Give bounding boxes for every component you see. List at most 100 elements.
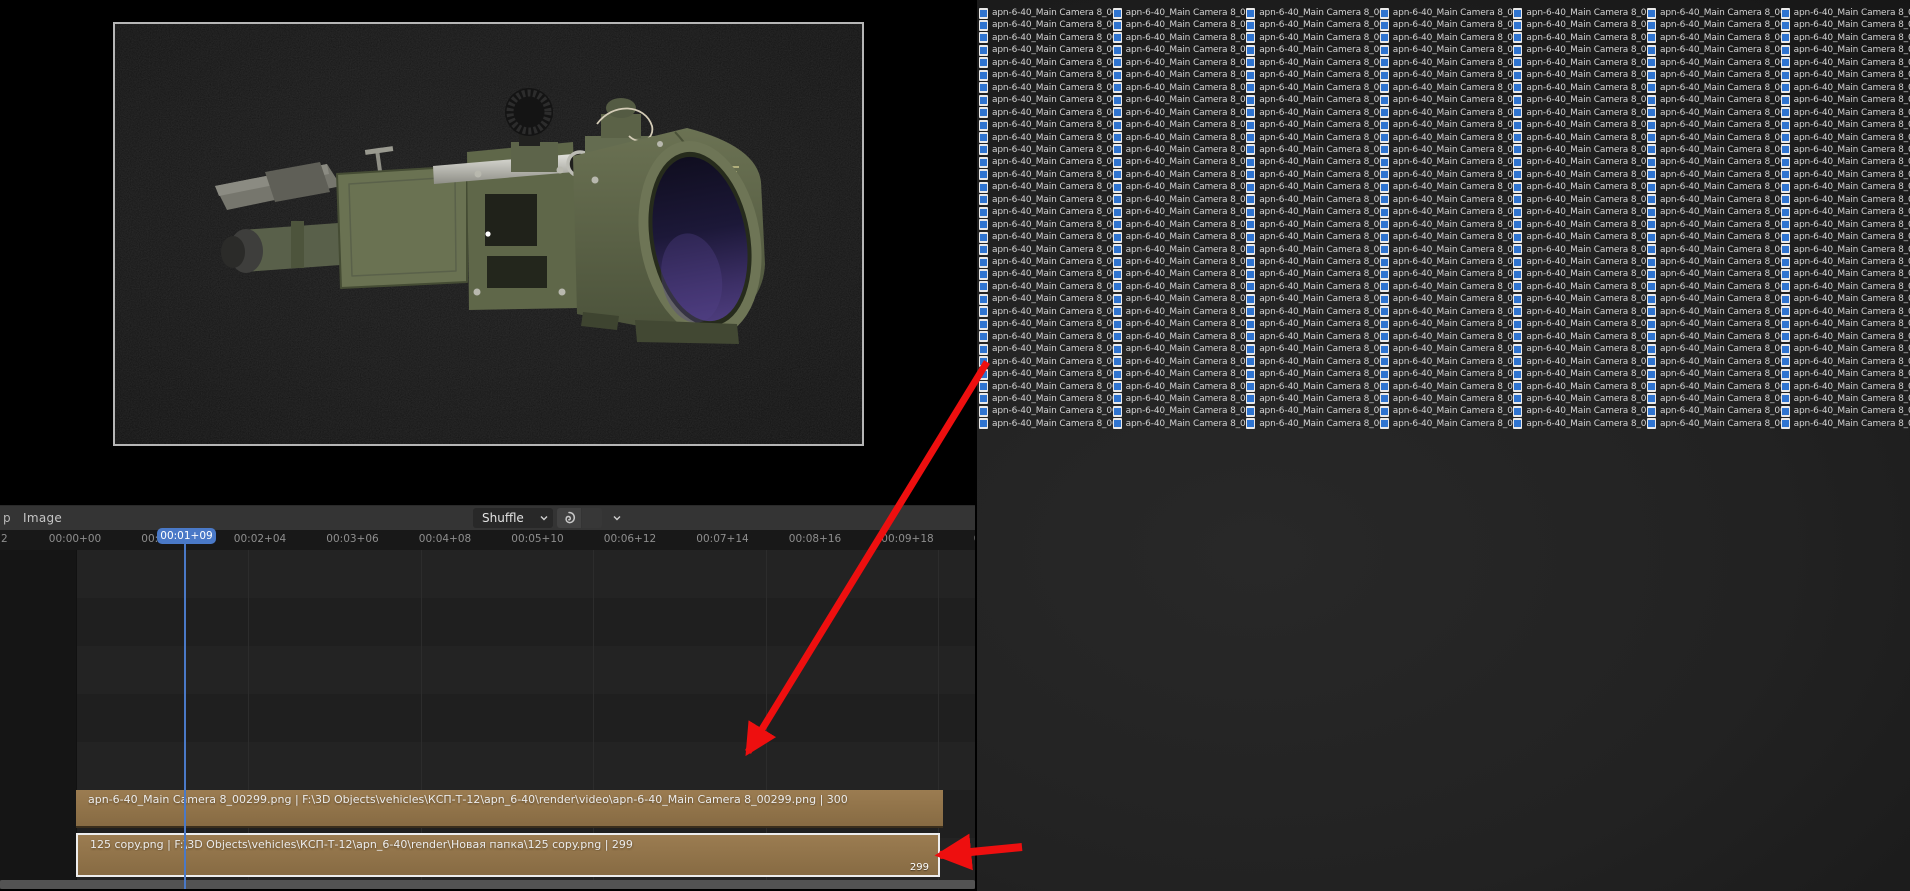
- file-item[interactable]: apn-6-40_Main Camera 8_00111.png: [1379, 119, 1520, 131]
- file-item[interactable]: apn-6-40_Main Camera 8_00232.png: [1780, 356, 1910, 368]
- file-item[interactable]: apn-6-40_Main Camera 8_00188.png: [1647, 231, 1787, 243]
- blend-mode-select[interactable]: Shuffle: [473, 508, 553, 528]
- file-item[interactable]: apn-6-40_Main Camera 8_00222.png: [1780, 231, 1910, 243]
- file-item[interactable]: apn-6-40_Main Camera 8_00023.png: [979, 293, 1119, 305]
- file-item[interactable]: apn-6-40_Main Camera 8_00078.png: [1246, 132, 1386, 144]
- file-item[interactable]: apn-6-40_Main Camera 8_00219.png: [1780, 194, 1910, 206]
- file-item[interactable]: apn-6-40_Main Camera 8_00041.png: [1112, 94, 1253, 106]
- file-item[interactable]: apn-6-40_Main Camera 8_00063.png: [1112, 368, 1253, 380]
- file-item[interactable]: apn-6-40_Main Camera 8_00206.png: [1780, 32, 1910, 44]
- file-item[interactable]: apn-6-40_Main Camera 8_00021.png: [979, 268, 1119, 280]
- file-item[interactable]: apn-6-40_Main Camera 8_00182.png: [1647, 156, 1787, 168]
- file-item[interactable]: apn-6-40_Main Camera 8_00095.png: [1246, 343, 1386, 355]
- dropdown-chevron-button[interactable]: [582, 508, 621, 528]
- file-item[interactable]: apn-6-40_Main Camera 8_00019.png: [979, 244, 1119, 256]
- file-item[interactable]: apn-6-40_Main Camera 8_00165.png: [1513, 368, 1653, 380]
- file-item[interactable]: apn-6-40_Main Camera 8_00196.png: [1647, 331, 1787, 343]
- file-item[interactable]: apn-6-40_Main Camera 8_00176.png: [1647, 82, 1787, 94]
- file-item[interactable]: apn-6-40_Main Camera 8_00094.png: [1246, 331, 1386, 343]
- file-item[interactable]: apn-6-40_Main Camera 8_00226.png: [1780, 281, 1910, 293]
- file-item[interactable]: apn-6-40_Main Camera 8_00106.png: [1379, 57, 1520, 69]
- file-item[interactable]: apn-6-40_Main Camera 8_00140.png: [1513, 57, 1653, 69]
- file-item[interactable]: apn-6-40_Main Camera 8_00008.png: [979, 107, 1119, 119]
- file-item[interactable]: apn-6-40_Main Camera 8_00152.png: [1513, 206, 1653, 218]
- file-item[interactable]: apn-6-40_Main Camera 8_00013.png: [979, 169, 1119, 181]
- file-item[interactable]: apn-6-40_Main Camera 8_00055.png: [1112, 268, 1253, 280]
- file-item[interactable]: apn-6-40_Main Camera 8_00233.png: [1780, 368, 1910, 380]
- file-item[interactable]: apn-6-40_Main Camera 8_00109.png: [1379, 94, 1520, 106]
- file-item[interactable]: apn-6-40_Main Camera 8_00022.png: [979, 281, 1119, 293]
- file-item[interactable]: apn-6-40_Main Camera 8_00043.png: [1112, 119, 1253, 131]
- file-item[interactable]: apn-6-40_Main Camera 8_00070.png: [1246, 32, 1386, 44]
- file-item[interactable]: apn-6-40_Main Camera 8_00208.png: [1780, 57, 1910, 69]
- file-item[interactable]: apn-6-40_Main Camera 8_00009.png: [979, 119, 1119, 131]
- file-item[interactable]: apn-6-40_Main Camera 8_00195.png: [1647, 318, 1787, 330]
- file-item[interactable]: apn-6-40_Main Camera 8_00029.png: [979, 368, 1119, 380]
- file-item[interactable]: apn-6-40_Main Camera 8_00107.png: [1379, 69, 1520, 81]
- file-item[interactable]: apn-6-40_Main Camera 8_00039.png: [1112, 69, 1253, 81]
- file-item[interactable]: apn-6-40_Main Camera 8_00066.png: [1112, 405, 1253, 417]
- timeline-ruler[interactable]: 2 00:00+0000:01+0200:02+0400:03+0600:04+…: [0, 530, 975, 550]
- file-item[interactable]: apn-6-40_Main Camera 8_00025.png: [979, 318, 1119, 330]
- file-item[interactable]: apn-6-40_Main Camera 8_00120.png: [1379, 231, 1520, 243]
- file-item[interactable]: apn-6-40_Main Camera 8_00236.png: [1780, 405, 1910, 417]
- file-item[interactable]: apn-6-40_Main Camera 8_00204.png: [1780, 7, 1910, 19]
- file-item[interactable]: apn-6-40_Main Camera 8_00149.png: [1513, 169, 1653, 181]
- file-item[interactable]: apn-6-40_Main Camera 8_00001.png: [979, 19, 1119, 31]
- file-item[interactable]: apn-6-40_Main Camera 8_00033.png: [979, 418, 1119, 430]
- file-item[interactable]: apn-6-40_Main Camera 8_00016.png: [979, 206, 1119, 218]
- file-item[interactable]: apn-6-40_Main Camera 8_00161.png: [1513, 318, 1653, 330]
- file-item[interactable]: apn-6-40_Main Camera 8_00153.png: [1513, 219, 1653, 231]
- file-item[interactable]: apn-6-40_Main Camera 8_00113.png: [1379, 144, 1520, 156]
- playhead-frame-badge[interactable]: 00:01+09: [157, 528, 216, 544]
- file-item[interactable]: apn-6-40_Main Camera 8_00051.png: [1112, 219, 1253, 231]
- file-item[interactable]: apn-6-40_Main Camera 8_00103.png: [1379, 19, 1520, 31]
- file-item[interactable]: apn-6-40_Main Camera 8_00207.png: [1780, 44, 1910, 56]
- file-item[interactable]: apn-6-40_Main Camera 8_00119.png: [1379, 219, 1520, 231]
- file-item[interactable]: apn-6-40_Main Camera 8_00090.png: [1246, 281, 1386, 293]
- file-item[interactable]: apn-6-40_Main Camera 8_00015.png: [979, 194, 1119, 206]
- file-item[interactable]: apn-6-40_Main Camera 8_00156.png: [1513, 256, 1653, 268]
- file-item[interactable]: apn-6-40_Main Camera 8_00134.png: [1379, 405, 1520, 417]
- file-item[interactable]: apn-6-40_Main Camera 8_00224.png: [1780, 256, 1910, 268]
- file-item[interactable]: apn-6-40_Main Camera 8_00121.png: [1379, 244, 1520, 256]
- file-item[interactable]: apn-6-40_Main Camera 8_00174.png: [1647, 57, 1787, 69]
- file-item[interactable]: apn-6-40_Main Camera 8_00130.png: [1379, 356, 1520, 368]
- file-item[interactable]: apn-6-40_Main Camera 8_00187.png: [1647, 219, 1787, 231]
- file-item[interactable]: apn-6-40_Main Camera 8_00071.png: [1246, 44, 1386, 56]
- file-item[interactable]: apn-6-40_Main Camera 8_00014.png: [979, 181, 1119, 193]
- file-item[interactable]: apn-6-40_Main Camera 8_00218.png: [1780, 181, 1910, 193]
- file-item[interactable]: apn-6-40_Main Camera 8_00077.png: [1246, 119, 1386, 131]
- file-item[interactable]: apn-6-40_Main Camera 8_00127.png: [1379, 318, 1520, 330]
- file-item[interactable]: apn-6-40_Main Camera 8_00027.png: [979, 343, 1119, 355]
- file-item[interactable]: apn-6-40_Main Camera 8_00168.png: [1513, 405, 1653, 417]
- file-item[interactable]: apn-6-40_Main Camera 8_00151.png: [1513, 194, 1653, 206]
- file-item[interactable]: apn-6-40_Main Camera 8_00096.png: [1246, 356, 1386, 368]
- file-item[interactable]: apn-6-40_Main Camera 8_00032.png: [979, 405, 1119, 417]
- file-item[interactable]: apn-6-40_Main Camera 8_00147.png: [1513, 144, 1653, 156]
- file-item[interactable]: apn-6-40_Main Camera 8_00230.png: [1780, 331, 1910, 343]
- file-item[interactable]: apn-6-40_Main Camera 8_00046.png: [1112, 156, 1253, 168]
- file-item[interactable]: apn-6-40_Main Camera 8_00002.png: [979, 32, 1119, 44]
- file-item[interactable]: apn-6-40_Main Camera 8_00191.png: [1647, 268, 1787, 280]
- file-item[interactable]: apn-6-40_Main Camera 8_00235.png: [1780, 393, 1910, 405]
- file-item[interactable]: apn-6-40_Main Camera 8_00087.png: [1246, 244, 1386, 256]
- file-item[interactable]: apn-6-40_Main Camera 8_00181.png: [1647, 144, 1787, 156]
- file-item[interactable]: apn-6-40_Main Camera 8_00124.png: [1379, 281, 1520, 293]
- file-item[interactable]: apn-6-40_Main Camera 8_00166.png: [1513, 381, 1653, 393]
- file-item[interactable]: apn-6-40_Main Camera 8_00012.png: [979, 156, 1119, 168]
- file-item[interactable]: apn-6-40_Main Camera 8_00048.png: [1112, 181, 1253, 193]
- file-item[interactable]: apn-6-40_Main Camera 8_00202.png: [1647, 405, 1787, 417]
- file-item[interactable]: apn-6-40_Main Camera 8_00098.png: [1246, 381, 1386, 393]
- file-item[interactable]: apn-6-40_Main Camera 8_00228.png: [1780, 306, 1910, 318]
- file-item[interactable]: apn-6-40_Main Camera 8_00061.png: [1112, 343, 1253, 355]
- file-item[interactable]: apn-6-40_Main Camera 8_00091.png: [1246, 293, 1386, 305]
- file-item[interactable]: apn-6-40_Main Camera 8_00116.png: [1379, 181, 1520, 193]
- image-strip-channel2[interactable]: apn-6-40_Main Camera 8_00299.png | F:\3D…: [76, 790, 943, 828]
- playhead-line[interactable]: [184, 543, 186, 889]
- file-item[interactable]: apn-6-40_Main Camera 8_00065.png: [1112, 393, 1253, 405]
- file-item[interactable]: apn-6-40_Main Camera 8_00201.png: [1647, 393, 1787, 405]
- file-item[interactable]: apn-6-40_Main Camera 8_00003.png: [979, 44, 1119, 56]
- file-item[interactable]: apn-6-40_Main Camera 8_00173.png: [1647, 44, 1787, 56]
- file-item[interactable]: apn-6-40_Main Camera 8_00146.png: [1513, 132, 1653, 144]
